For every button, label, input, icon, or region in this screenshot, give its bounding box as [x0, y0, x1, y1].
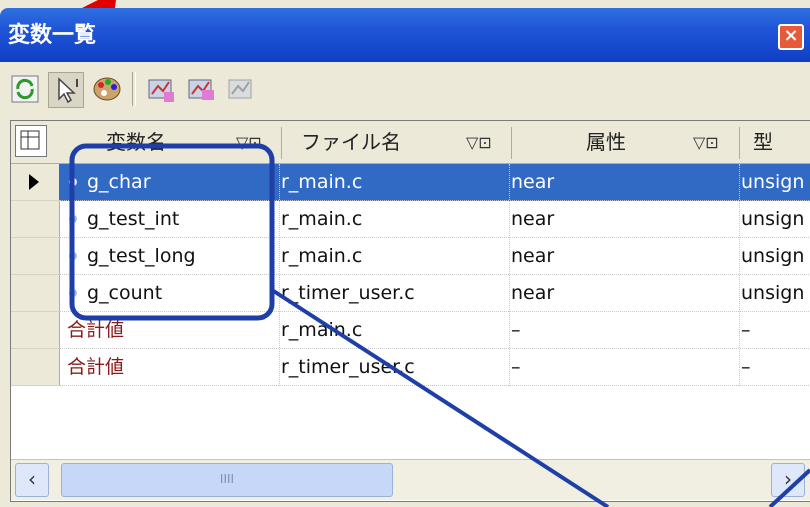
callout-line: [270, 288, 610, 507]
callout-line: [768, 468, 810, 507]
annotation-overlay: [69, 143, 810, 507]
variable-list-window: 変数一覧 × 変数名 ▽⊡ ファイル名 ▽⊡ 属性 ▽⊡ 型 g_char r_…: [0, 0, 810, 507]
highlight-box: [69, 143, 275, 321]
